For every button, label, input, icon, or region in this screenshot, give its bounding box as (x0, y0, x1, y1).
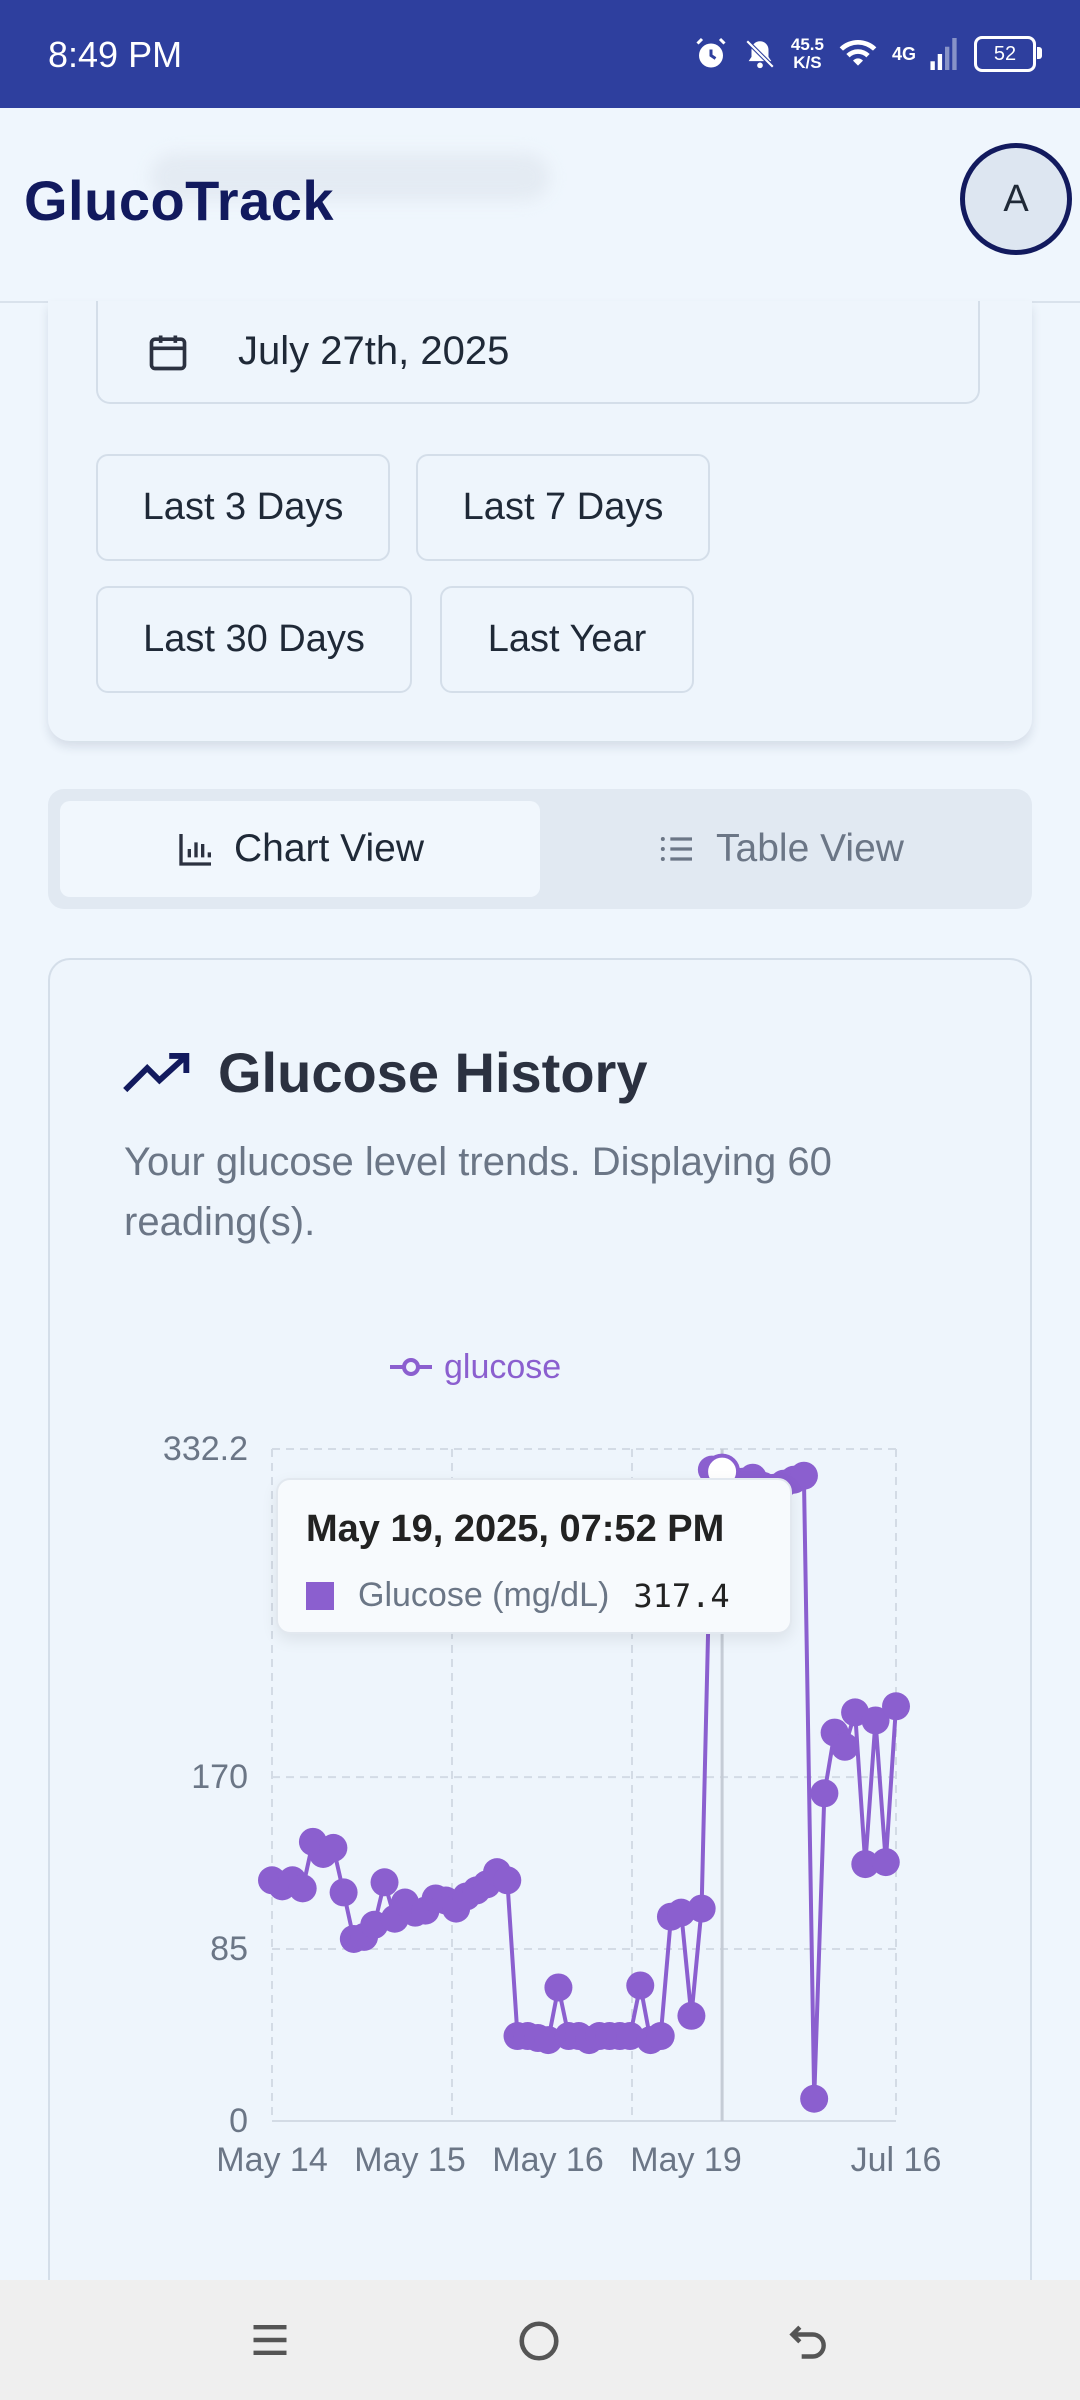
data-point (319, 1833, 348, 1862)
y-tick-label: 85 (210, 1930, 248, 1968)
data-point (871, 1848, 900, 1877)
x-tick-label: May 19 (630, 2141, 742, 2179)
data-point (830, 1732, 859, 1761)
legend-marker (402, 1358, 420, 1376)
chart-tooltip: May 19, 2025, 07:52 PM Glucose (mg/dL) 3… (276, 1478, 792, 1634)
legend-label: glucose (444, 1348, 561, 1386)
data-point (810, 1779, 839, 1808)
menu-icon[interactable] (248, 2318, 292, 2362)
chart-legend: glucose (390, 1348, 561, 1386)
data-point (329, 1878, 358, 1907)
y-tick-label: 332.2 (163, 1430, 248, 1468)
glucose-chart: 332.2 170 85 0May 14 May 15 May 16 May 19 Jul 1… (163, 1348, 942, 2179)
tooltip-series-name: Glucose (mg/dL) (358, 1576, 610, 1614)
data-point (687, 1894, 716, 1923)
home-icon[interactable] (516, 2318, 562, 2364)
y-tick-label: 0 (229, 2102, 248, 2140)
x-tick-label: May 16 (492, 2141, 604, 2179)
data-point (677, 2001, 706, 2030)
data-point (800, 2084, 829, 2113)
tooltip-row: Glucose (mg/dL) 317.4 (306, 1576, 730, 1615)
data-point (544, 1973, 573, 2002)
data-point (370, 1868, 399, 1897)
x-tick-label: Jul 16 (851, 2141, 942, 2179)
tooltip-title: May 19, 2025, 07:52 PM (306, 1508, 725, 1550)
x-tick-label: May 15 (354, 2141, 466, 2179)
tooltip-value: 317.4 (633, 1576, 730, 1615)
data-point (789, 1461, 818, 1490)
tooltip-swatch (306, 1581, 334, 1610)
system-nav-bar (0, 2280, 1080, 2400)
data-point (288, 1874, 317, 1903)
x-tick-label: May 14 (216, 2141, 328, 2179)
back-icon[interactable] (786, 2318, 832, 2362)
data-point (493, 1866, 522, 1895)
data-point (646, 2022, 675, 2051)
data-point (626, 1971, 655, 2000)
data-point (882, 1692, 910, 1721)
y-tick-label: 170 (191, 1758, 248, 1796)
